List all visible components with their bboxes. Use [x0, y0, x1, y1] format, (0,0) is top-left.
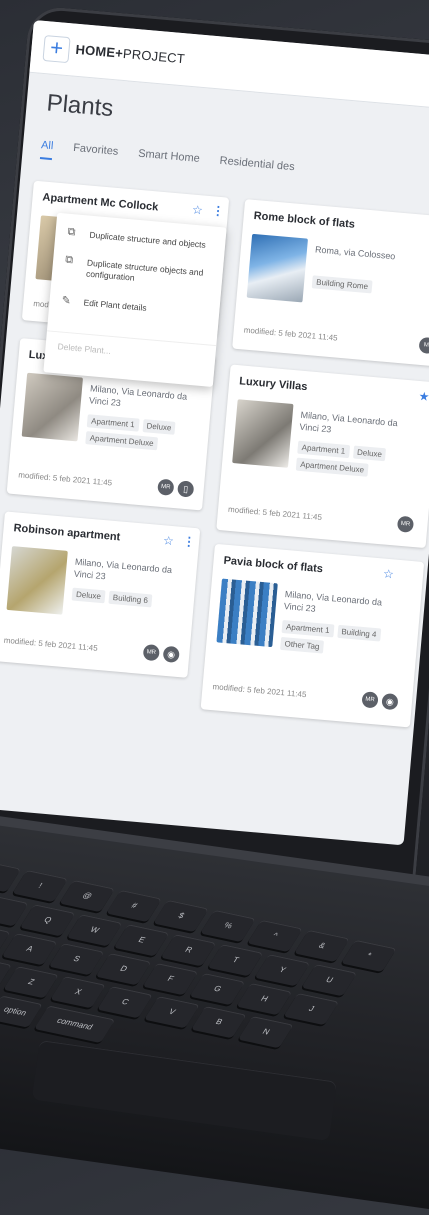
plant-thumbnail	[246, 233, 308, 303]
modified-date: modified: 5 feb 2021 11:45	[227, 504, 323, 522]
menu-item-delete[interactable]: Delete Plant...	[57, 341, 111, 356]
user-badge: MI	[418, 336, 429, 355]
star-icon[interactable]: ★	[418, 389, 429, 404]
tag: Building 4	[336, 624, 381, 642]
key[interactable]: Y	[254, 954, 311, 987]
key[interactable]: F	[142, 963, 199, 996]
card-title: Robinson apartment	[13, 522, 121, 544]
menu-item-duplicate-configuration[interactable]: Duplicate structure objects and configur…	[86, 258, 217, 291]
tag: Apartment Deluxe	[295, 457, 369, 477]
more-options-icon[interactable]: ⋮	[183, 534, 196, 549]
key[interactable]: J	[283, 993, 340, 1026]
tag-list: Apartment 1 Deluxe Apartment Deluxe	[85, 414, 207, 454]
card-title: Luxury Villas	[238, 375, 308, 394]
tag-list: Apartment 1 Building 4 Other Tag	[280, 619, 402, 660]
card-title: Rome block of flats	[253, 209, 356, 231]
key[interactable]: U	[301, 964, 358, 997]
card-title: Apartment Mc Collock	[42, 191, 159, 214]
modified-date: modified: 5 feb 2021 11:45	[243, 325, 338, 343]
key[interactable]: X	[50, 976, 106, 1009]
user-badge: MR	[157, 478, 175, 496]
key[interactable]: Q	[19, 904, 76, 937]
tag: Deluxe	[71, 587, 106, 604]
plant-card[interactable]: Luxury Villas ★ Milano, Via Leonardo da …	[216, 364, 429, 549]
page-title: Plants	[45, 89, 115, 123]
modified-date: mod	[32, 299, 50, 310]
tag-list: Building Rome	[311, 275, 429, 298]
key[interactable]: N	[237, 1016, 294, 1049]
plant-address: Milano, Via Leonardo da Vinci 23	[73, 556, 173, 582]
tag-list: Deluxe Building 6	[71, 587, 193, 611]
card-context-menu: ⧉ Duplicate structure and objects ⧉ Dupl…	[43, 212, 227, 387]
key[interactable]: G	[189, 973, 246, 1006]
key[interactable]: E	[113, 924, 170, 957]
star-icon[interactable]: ☆	[382, 567, 394, 582]
more-options-icon[interactable]: ⋮	[211, 203, 224, 218]
key[interactable]: V	[143, 996, 200, 1029]
tab-favorites[interactable]: Favorites	[72, 142, 119, 166]
plant-address: Milano, Via Leonardo da Vinci 23	[88, 383, 188, 409]
chat-icon: ◉	[162, 645, 180, 664]
pencil-icon: ✎	[61, 294, 72, 308]
plant-card[interactable]: Rome block of flats Roma, via Colosseo B…	[232, 199, 429, 367]
modified-date: modified: 5 feb 2021 11:45	[212, 682, 307, 700]
tag: Building Rome	[311, 275, 373, 294]
key[interactable]: C	[97, 986, 153, 1019]
modified-date: modified: 5 feb 2021 11:45	[3, 635, 99, 653]
key[interactable]: S	[48, 943, 105, 976]
tag: Apartment 1	[297, 440, 350, 459]
menu-item-edit-details[interactable]: Edit Plant details	[83, 297, 213, 319]
key[interactable]: R	[160, 934, 217, 967]
menu-item-duplicate-structure[interactable]: Duplicate structure and objects	[89, 230, 219, 252]
key[interactable]: H	[236, 983, 293, 1016]
plant-address: Roma, via Colosseo	[314, 244, 396, 262]
tag: Deluxe	[352, 445, 387, 462]
tag: Apartment 1	[86, 414, 140, 432]
device-icon: ▯	[177, 480, 195, 498]
tab-smart-home[interactable]: Smart Home	[137, 148, 201, 173]
key[interactable]: D	[95, 953, 152, 986]
copy-icon: ⧉	[64, 253, 74, 267]
tab-bar: All Favorites Smart Home Residential des	[39, 139, 295, 181]
tag-list: Apartment 1 Deluxe Apartment Deluxe	[295, 440, 418, 481]
key[interactable]: Z	[3, 966, 59, 999]
tag: Building 6	[108, 590, 153, 608]
plant-thumbnail	[216, 578, 278, 648]
key[interactable]: A	[1, 933, 58, 966]
tag: Apartment 1	[281, 619, 335, 638]
plant-thumbnail	[6, 546, 68, 615]
star-icon[interactable]: ☆	[191, 203, 203, 218]
plant-card[interactable]: Pavia block of flats ☆ Milano, Via Leona…	[200, 543, 425, 728]
plant-thumbnail	[232, 399, 294, 468]
star-icon[interactable]: ☆	[163, 533, 175, 548]
modified-date: modified: 5 feb 2021 11:45	[17, 470, 113, 488]
user-badge: MR	[361, 691, 379, 709]
user-badge: MR	[396, 515, 415, 533]
laptop-screen: + HOME+PROJECT Plants All Favorites Smar…	[0, 20, 429, 846]
card-title: Pavia block of flats	[223, 554, 324, 576]
key[interactable]: W	[66, 914, 123, 947]
tag: Apartment Deluxe	[85, 431, 159, 451]
plant-address: Milano, Via Leonardo da Vinci 23	[299, 409, 399, 435]
tab-residential[interactable]: Residential des	[218, 155, 295, 181]
plant-card[interactable]: Robinson apartment ☆ ⋮ Milano, Via Leona…	[0, 511, 201, 678]
chat-icon: ◉	[381, 692, 399, 711]
tag: Other Tag	[280, 636, 324, 654]
plant-thumbnail	[21, 372, 84, 442]
key-command[interactable]: command	[34, 1005, 116, 1044]
tab-all[interactable]: All	[39, 139, 54, 161]
user-badge: MR	[142, 643, 160, 662]
tag: Deluxe	[142, 419, 176, 435]
app-logo: HOME+PROJECT	[74, 41, 186, 67]
key[interactable]: B	[190, 1006, 247, 1039]
key[interactable]: T	[207, 944, 264, 977]
copy-icon: ⧉	[67, 225, 77, 239]
plant-address: Milano, Via Leonardo da Vinci 23	[283, 589, 383, 614]
add-button[interactable]: +	[42, 35, 71, 64]
